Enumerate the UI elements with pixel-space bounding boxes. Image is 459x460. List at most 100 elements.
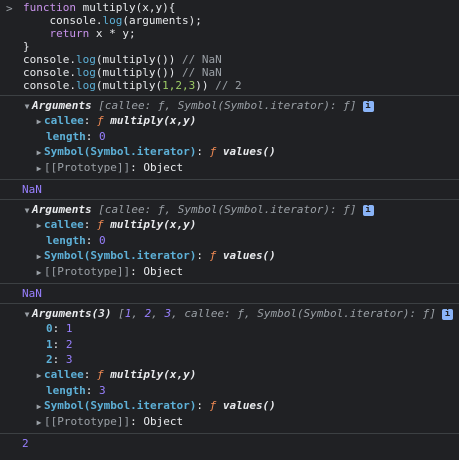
code-text: )) (195, 79, 216, 92)
property-row[interactable]: ▶ [[Prototype]]: Object (0, 160, 459, 175)
object-name: Arguments (32, 202, 92, 216)
property-row[interactable]: ▶ Symbol(Symbol.iterator): ƒ values() (0, 144, 459, 159)
object-name: Arguments (32, 99, 92, 112)
triangle-down-icon[interactable]: ▼ (22, 99, 32, 114)
code-text: (multiply()) (95, 66, 182, 79)
property-key: length (46, 129, 86, 143)
info-icon[interactable]: i (362, 204, 374, 216)
property-row[interactable]: ▶ callee: ƒ multiply(x,y) (0, 113, 459, 128)
console-log-nan: NaN (0, 180, 459, 200)
property-row: length: 0 (0, 129, 459, 144)
console-log-result: 2 (22, 437, 29, 451)
code-comment: // NaN (181, 53, 222, 66)
triangle-right-icon[interactable]: ▶ (34, 265, 44, 280)
triangle-right-icon[interactable]: ▶ (34, 161, 44, 176)
property-row: 2: 3 (0, 352, 459, 367)
property-key: 2 (46, 353, 53, 367)
property-row[interactable]: ▶ Symbol(Symbol.iterator): ƒ values() (0, 398, 459, 413)
preview-text: , (151, 306, 165, 320)
code-line: console.log(multiply()) // NaN (0, 66, 459, 79)
property-value: values() (216, 399, 276, 413)
property-row: 0: 1 (0, 321, 459, 336)
property-value: values() (216, 249, 276, 263)
property-row[interactable]: ▶ callee: ƒ multiply(x,y) (0, 217, 459, 232)
triangle-down-icon[interactable]: ▼ (22, 203, 32, 218)
separator: : (196, 399, 210, 413)
separator: : (130, 160, 144, 174)
code-text: console. (23, 66, 76, 79)
code-text: (arguments); (122, 14, 202, 27)
method-name: log (75, 53, 96, 66)
code-line: } (0, 40, 459, 53)
property-row[interactable]: ▶ Symbol(Symbol.iterator): ƒ values() (0, 248, 459, 263)
separator: : (52, 353, 66, 367)
code-comment: // NaN (181, 66, 222, 79)
property-row: 1: 2 (0, 337, 459, 352)
code-text: multiply(x,y){ (75, 1, 176, 14)
code-line: function multiply(x,y){ (0, 1, 459, 14)
separator: : (52, 337, 66, 351)
property-value: 1 (65, 322, 73, 336)
console-log-nan: NaN (0, 284, 459, 304)
info-icon[interactable]: i (442, 308, 454, 320)
property-key: Symbol(Symbol.iterator) (44, 249, 197, 263)
property-value: 3 (65, 353, 73, 367)
triangle-right-icon[interactable]: ▶ (34, 415, 44, 430)
console-log-entry: ▼ Arguments(3) [1, 2, 3, callee: ƒ, Symbo… (0, 304, 459, 435)
keyword: function (23, 1, 76, 14)
function-glyph: ƒ (97, 218, 104, 232)
property-key: [[Prototype]] (44, 414, 131, 428)
code-text: x * y; (89, 27, 136, 40)
object-preview: [1, 2, 3, callee: ƒ, Symbol(Symbol.itera… (118, 307, 436, 320)
code-line: console.log(arguments); (0, 14, 459, 27)
separator: : (85, 129, 99, 143)
chevron-right-icon: > (6, 2, 13, 15)
triangle-right-icon[interactable]: ▶ (34, 399, 44, 414)
property-value: Object (143, 264, 184, 278)
triangle-right-icon[interactable]: ▶ (34, 114, 44, 129)
code-comment: // 2 (215, 79, 242, 92)
keyword: return (23, 27, 90, 40)
property-row[interactable]: ▶ callee: ƒ multiply(x,y) (0, 367, 459, 382)
property-row: length: 0 (0, 233, 459, 248)
property-value: 0 (99, 129, 106, 143)
triangle-down-icon[interactable]: ▼ (22, 307, 32, 322)
method-name: log (75, 66, 96, 79)
object-header[interactable]: ▼ Arguments(3) [1, 2, 3, callee: ƒ, Symbo… (0, 306, 459, 321)
property-key: [[Prototype]] (44, 160, 131, 174)
method-name: log (102, 14, 123, 27)
separator: : (196, 249, 210, 263)
function-glyph: ƒ (97, 368, 104, 382)
separator: : (130, 414, 144, 428)
code-line: console.log(multiply()) // NaN (0, 53, 459, 66)
property-value: 0 (99, 233, 106, 247)
triangle-right-icon[interactable]: ▶ (34, 145, 44, 160)
property-value: values() (216, 145, 276, 159)
info-icon[interactable]: i (362, 101, 374, 112)
preview-text: [ (118, 306, 125, 320)
function-glyph: ƒ (97, 114, 104, 128)
triangle-right-icon[interactable]: ▶ (34, 249, 44, 264)
property-value: multiply(x,y) (103, 218, 197, 232)
triangle-right-icon[interactable]: ▶ (34, 218, 44, 233)
triangle-right-icon[interactable]: ▶ (34, 368, 44, 383)
property-key: 1 (46, 337, 53, 351)
object-preview: [callee: ƒ, Symbol(Symbol.iterator): ƒ] (98, 202, 357, 216)
property-row[interactable]: ▶ [[Prototype]]: Object (0, 264, 459, 279)
separator: : (85, 233, 99, 247)
separator: : (83, 114, 97, 128)
property-row[interactable]: ▶ [[Prototype]]: Object (0, 414, 459, 429)
property-key: length (46, 233, 86, 247)
property-value: multiply(x,y) (103, 114, 197, 128)
separator: : (130, 264, 144, 278)
property-key: 0 (46, 322, 53, 336)
code-text: console. (23, 79, 76, 92)
code-text: console. (23, 53, 76, 66)
separator: : (196, 145, 210, 159)
property-value: multiply(x,y) (103, 368, 197, 382)
property-key: callee (44, 114, 84, 128)
console-input-echo[interactable]: > function multiply(x,y){ console.log(ar… (0, 0, 459, 96)
object-header[interactable]: ▼ Arguments [callee: ƒ, Symbol(Symbol.ite… (0, 202, 459, 217)
object-header[interactable]: ▼ Arguments [callee: ƒ, Symbol(Symbol.ite… (0, 98, 459, 113)
property-value: Object (143, 414, 184, 428)
